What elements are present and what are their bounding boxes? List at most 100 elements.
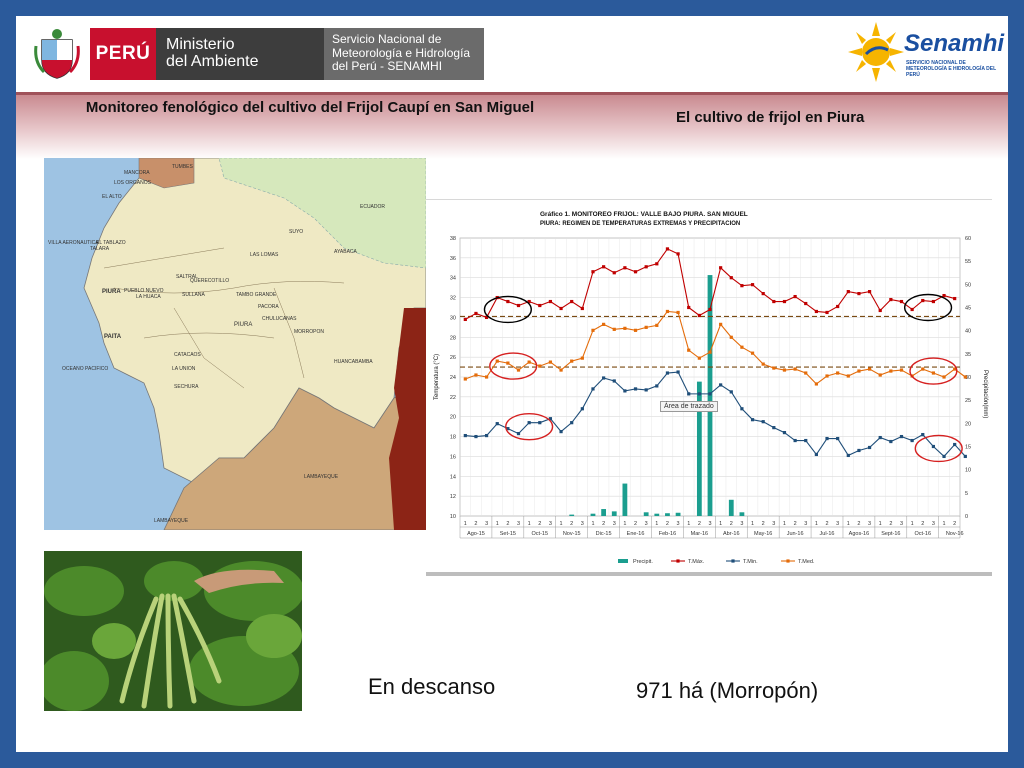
data-point	[793, 367, 797, 371]
data-point	[825, 374, 829, 378]
data-point	[719, 266, 723, 270]
x-tick-label-decade: 3	[517, 521, 520, 527]
y-tick-label-right: 45	[965, 306, 971, 312]
data-point	[825, 436, 829, 441]
data-point	[857, 369, 861, 373]
logo-band: PERÚ Ministerio del Ambiente Servicio Na…	[16, 16, 1008, 92]
data-point	[921, 298, 925, 303]
data-point	[612, 379, 616, 383]
precip-bar	[569, 514, 575, 516]
x-tick-label-month: Dic-15	[596, 531, 612, 537]
senamhi-logo-text: Senamhi	[904, 30, 1005, 57]
data-point	[623, 389, 627, 393]
x-tick-label-decade: 2	[698, 521, 701, 527]
data-point	[921, 367, 925, 371]
x-tick-label-decade: 1	[623, 521, 626, 527]
data-point	[570, 359, 574, 363]
data-point	[516, 368, 521, 372]
data-point	[729, 335, 733, 339]
y-tick-label-left: 10	[450, 514, 456, 520]
x-tick-label-month: Nov-15	[563, 531, 581, 537]
x-tick-label-month: Nov-16	[946, 531, 964, 537]
bean-plant-photo	[44, 551, 302, 711]
data-point	[633, 387, 638, 391]
precip-bar	[739, 512, 745, 516]
precip-bar	[665, 513, 670, 516]
slide: PERÚ Ministerio del Ambiente Servicio Na…	[16, 16, 1008, 752]
data-point	[867, 290, 872, 294]
y-tick-label-right: 20	[965, 421, 971, 427]
map-label-tumbes: TUMBES	[172, 164, 194, 170]
data-point	[782, 431, 787, 435]
map-label-el-alto: EL ALTO	[102, 194, 122, 200]
x-tick-label-decade: 2	[538, 521, 541, 527]
data-point	[921, 432, 925, 437]
map-label-morropon: MORROPON	[294, 329, 324, 335]
x-tick-label-decade: 2	[506, 521, 509, 527]
senamhi-logo: Senamhi SERVICIO NACIONAL DE METEOROLOGÍ…	[848, 20, 1004, 84]
data-point	[740, 407, 744, 411]
data-point	[931, 299, 936, 304]
data-point	[899, 368, 904, 372]
x-tick-label-decade: 2	[634, 521, 637, 527]
map-label-pueblo-nuevo: PUEBLO NUEVO	[124, 288, 164, 294]
y-tick-label-left: 18	[450, 435, 456, 441]
data-point	[602, 265, 606, 269]
x-tick-label-decade: 3	[485, 521, 488, 527]
y-tick-label-left: 36	[450, 256, 456, 262]
data-point	[474, 373, 478, 377]
data-point	[804, 301, 808, 306]
x-tick-label-decade: 3	[772, 521, 775, 527]
data-point	[548, 360, 553, 364]
data-point	[910, 438, 914, 443]
data-point	[548, 299, 553, 304]
x-tick-label-decade: 3	[549, 521, 552, 527]
x-tick-label-month: Feb-16	[659, 531, 676, 537]
map-label-tambo-grande: TAMBO GRANDE	[236, 292, 277, 298]
x-tick-label-month: May-16	[754, 531, 772, 537]
ministry-name: Ministerio del Ambiente	[156, 28, 324, 80]
y-tick-label-left: 16	[450, 454, 456, 460]
data-point	[719, 322, 723, 326]
x-tick-label-decade: 2	[666, 521, 669, 527]
y-tick-label-right: 35	[965, 352, 971, 358]
ministry-line2: del Ambiente	[166, 53, 259, 70]
x-tick-label-month: Jun-16	[787, 531, 804, 537]
y-tick-label-left: 20	[450, 415, 456, 421]
title-band: Monitoreo fenológico del cultivo del Fri…	[16, 92, 1008, 159]
data-point	[559, 368, 563, 372]
peru-shield-icon	[34, 29, 80, 79]
data-point	[676, 252, 680, 256]
x-tick-label-month: Jul-16	[820, 531, 835, 537]
chart-title: Gráfico 1. MONITOREO FRIJOL: VALLE BAJO …	[540, 211, 748, 218]
x-tick-label-decade: 3	[581, 521, 584, 527]
y-tick-label-right: 50	[965, 282, 971, 288]
x-tick-label-decade: 2	[953, 521, 956, 527]
map-label-chulucanas: CHULUCANAS	[262, 316, 297, 322]
data-point	[484, 375, 489, 379]
temperature-precip-chart: Gráfico 1. MONITOREO FRIJOL: VALLE BAJO …	[426, 200, 992, 580]
y-tick-label-left: 34	[450, 276, 456, 282]
x-tick-label-decade: 1	[591, 521, 594, 527]
note-area: 971 há (Morropón)	[636, 678, 819, 703]
data-point	[697, 313, 701, 318]
data-point	[708, 392, 712, 396]
data-point	[538, 364, 542, 368]
data-point	[931, 371, 936, 375]
data-point	[793, 438, 797, 443]
data-point	[516, 431, 521, 436]
data-point	[559, 430, 563, 434]
data-point	[655, 323, 659, 327]
data-point	[602, 376, 606, 380]
map-label-villa-aeronautica: VILLA AERONAUTICA	[48, 240, 99, 246]
x-tick-label-month: Ago-15	[467, 531, 485, 537]
data-point	[495, 359, 499, 363]
data-point	[846, 290, 850, 294]
data-point	[580, 306, 584, 311]
data-point	[474, 434, 478, 439]
y-tick-label-right: 25	[965, 398, 971, 404]
data-point	[687, 348, 691, 352]
legend-label: T.Med.	[798, 559, 815, 565]
x-tick-label-decade: 2	[570, 521, 573, 527]
data-point	[527, 421, 531, 425]
